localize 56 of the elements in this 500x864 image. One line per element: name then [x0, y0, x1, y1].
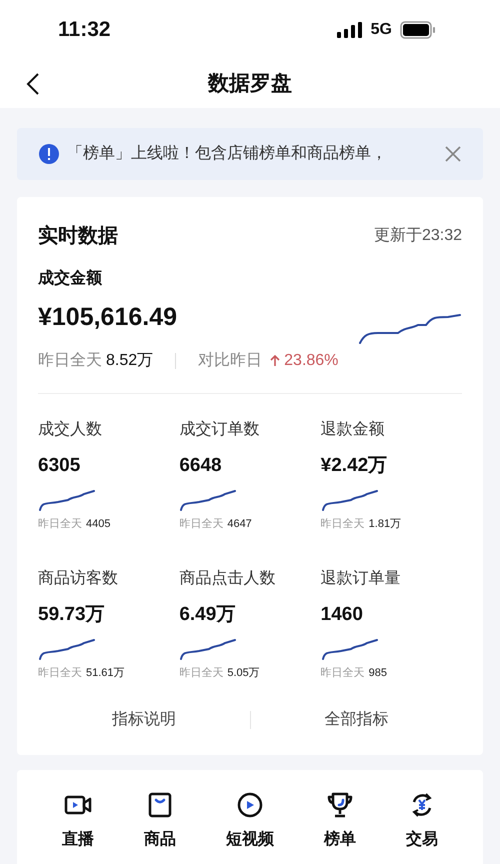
yesterday-label: 昨日全天: [38, 517, 82, 532]
yesterday-label: 昨日全天: [320, 517, 365, 532]
yesterday-value: 4647: [227, 517, 252, 532]
update-time: 更新于23:32: [374, 226, 462, 246]
yesterday-value: 1.81万: [368, 517, 402, 532]
page-title: 数据罗盘: [208, 71, 292, 98]
yesterday-value: 4405: [86, 517, 110, 532]
yesterday-value: 51.61万: [86, 666, 125, 681]
sparkline: [38, 639, 96, 661]
metric-value: ¥2.42万: [320, 454, 388, 478]
shortcut-label[interactable]: 交易: [406, 828, 438, 852]
metric-label: 商品点击人数: [179, 568, 276, 588]
metric-value: 59.73万: [38, 602, 105, 626]
metric-label: 商品访客数: [38, 568, 118, 588]
play-circle-icon[interactable]: [235, 790, 265, 820]
metric-value: 6648: [179, 454, 222, 478]
sparkline: [179, 490, 238, 512]
metric-label: 退款订单量: [320, 568, 401, 588]
metric-label: 成交金额: [38, 268, 103, 289]
shortcut-label[interactable]: 商品: [144, 828, 176, 852]
change-percent: 23.86%: [284, 350, 338, 370]
network-label: 5G: [370, 20, 392, 40]
section-title: 实时数据: [38, 224, 118, 249]
yesterday-value: 985: [368, 666, 388, 681]
yesterday-label: 昨日全天: [179, 666, 224, 681]
yesterday-value: 5.05万: [227, 666, 260, 681]
back-icon[interactable]: [26, 72, 40, 96]
link-button[interactable]: 全部指标: [250, 708, 462, 732]
metric-value: ¥105,616.49: [38, 302, 178, 333]
sparkline: [179, 639, 238, 661]
notice-text: 「榜单」上线啦！包含店铺榜单和商品榜单，: [67, 144, 388, 164]
yesterday-label: 昨日全天: [38, 666, 82, 681]
status-time: 11:32: [58, 17, 111, 44]
trophy-icon[interactable]: [325, 790, 355, 820]
sparkline: [320, 490, 379, 512]
metric-value: 1460: [320, 602, 363, 626]
metric-label: 成交人数: [38, 420, 102, 440]
yesterday-label: 昨日全天: [38, 350, 102, 370]
sparkline: [320, 639, 379, 661]
metric-value: 6305: [38, 454, 80, 478]
yesterday-label: 昨日全天: [320, 666, 365, 681]
signal-icon: [336, 22, 363, 38]
shortcut-label[interactable]: 短视频: [226, 828, 274, 852]
sparkline: [38, 490, 96, 512]
metric-label: 退款金额: [320, 420, 385, 440]
link-button[interactable]: 指标说明: [38, 708, 250, 732]
shortcut-label[interactable]: 榜单: [324, 828, 356, 852]
yesterday-value: 8.52万: [106, 350, 154, 370]
metric-value: 6.49万: [179, 602, 236, 626]
compare-label: 对比昨日: [198, 350, 262, 370]
metric-label: 成交订单数: [179, 420, 260, 440]
yesterday-label: 昨日全天: [179, 517, 224, 532]
battery-icon: [400, 21, 436, 39]
close-icon[interactable]: [445, 146, 461, 162]
shortcut-label[interactable]: 直播: [62, 828, 94, 852]
alert-icon: [39, 144, 59, 164]
